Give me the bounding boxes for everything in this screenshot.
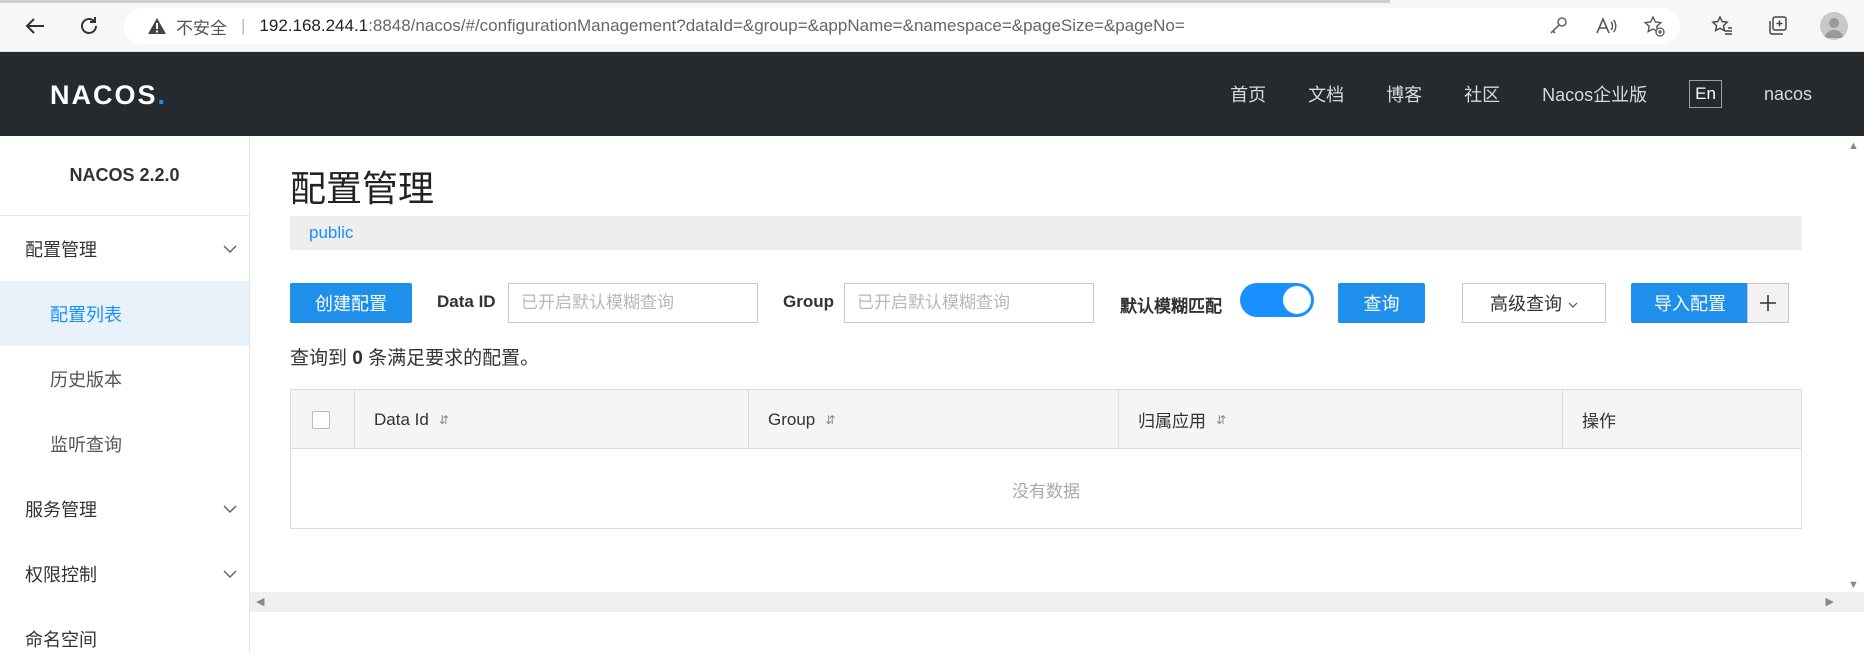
sidebar-group-permission[interactable]: 权限控制 (0, 541, 249, 606)
collections-icon[interactable] (1764, 12, 1792, 40)
query-result-text: 查询到 0 条满足要求的配置。 (290, 343, 539, 370)
back-icon[interactable] (20, 12, 50, 40)
dataid-input[interactable] (508, 283, 758, 323)
address-separator: | (241, 16, 246, 35)
group-input[interactable] (844, 283, 1094, 323)
query-button[interactable]: 查询 (1338, 283, 1425, 323)
sidebar-group-label: 配置管理 (25, 239, 97, 260)
config-table: Data Id ⇵ Group ⇵ 归属应用 ⇵ 操作 没有数据 (290, 389, 1802, 529)
logo-text: NACOS (50, 80, 158, 110)
column-app[interactable]: 归属应用 ⇵ (1119, 390, 1563, 449)
warning-icon[interactable] (146, 15, 168, 37)
select-all-checkbox-cell (291, 390, 355, 449)
chevron-down-icon (1568, 293, 1578, 314)
chevron-down-icon (223, 498, 237, 519)
nav-enterprise[interactable]: Nacos企业版 (1542, 81, 1647, 107)
user-menu[interactable]: nacos (1764, 84, 1812, 105)
version-label: NACOS 2.2.0 (0, 136, 249, 216)
read-aloud-icon[interactable] (1594, 14, 1618, 38)
refresh-icon[interactable] (74, 12, 104, 40)
sort-icon[interactable]: ⇵ (825, 413, 835, 427)
scroll-left-icon[interactable]: ◀ (256, 595, 264, 608)
create-config-button[interactable]: 创建配置 (290, 283, 412, 323)
favorites-icon[interactable] (1708, 12, 1736, 40)
column-label: Group (768, 409, 816, 429)
language-switch[interactable]: En (1689, 80, 1722, 108)
chevron-down-icon (223, 238, 237, 259)
nav-home[interactable]: 首页 (1230, 81, 1266, 107)
column-label: Data Id (374, 409, 429, 429)
column-actions: 操作 (1563, 390, 1801, 449)
empty-table-message: 没有数据 (1012, 481, 1080, 501)
tab-strip-edge (0, 0, 1390, 3)
plus-icon[interactable] (1747, 283, 1789, 323)
sidebar-group-label: 权限控制 (25, 564, 97, 585)
table-header: Data Id ⇵ Group ⇵ 归属应用 ⇵ 操作 (291, 390, 1801, 449)
vertical-scrollbar[interactable]: ▲ ▼ (1842, 136, 1864, 591)
namespace-public[interactable]: public (309, 223, 353, 243)
page-title: 配置管理 (290, 168, 435, 209)
url-host[interactable]: 192.168.244.1 (259, 16, 368, 36)
toggle-knob (1283, 286, 1311, 314)
sidebar-group-label: 服务管理 (25, 499, 97, 520)
chevron-down-icon (223, 563, 237, 584)
sidebar-group-service[interactable]: 服务管理 (0, 476, 249, 541)
search-toolbar: 创建配置 Data ID Group 默认模糊匹配 查询 高级查询 导入配置 (290, 282, 1830, 324)
import-config-button[interactable]: 导入配置 (1631, 283, 1749, 323)
nav-blog[interactable]: 博客 (1386, 81, 1422, 107)
fuzzy-match-label: 默认模糊匹配 (1120, 297, 1222, 316)
address-bar[interactable]: 不安全 | 192.168.244.1:8848/nacos/#/configu… (124, 8, 1680, 44)
sidebar-group-label: 命名空间 (25, 629, 97, 650)
column-label: 归属应用 (1138, 412, 1206, 431)
group-label: Group (783, 292, 834, 311)
browser-toolbar: 不安全 | 192.168.244.1:8848/nacos/#/configu… (0, 0, 1864, 52)
sidebar-item-config-list[interactable]: 配置列表 (0, 281, 249, 346)
namespace-bar: public (290, 216, 1802, 250)
horizontal-scrollbar[interactable]: ◀ ▶ (250, 592, 1864, 612)
scroll-up-icon[interactable]: ▲ (1848, 140, 1859, 152)
nacos-logo[interactable]: NACOS. (50, 80, 167, 111)
column-group[interactable]: Group ⇵ (749, 390, 1119, 449)
dataid-label: Data ID (437, 292, 496, 311)
top-navigation: NACOS. 首页 文档 博客 社区 Nacos企业版 En nacos (0, 52, 1864, 136)
nav-docs[interactable]: 文档 (1308, 81, 1344, 107)
column-data-id[interactable]: Data Id ⇵ (355, 390, 749, 449)
sidebar-item-listener-query[interactable]: 监听查询 (0, 411, 249, 476)
insecure-label[interactable]: 不安全 (176, 14, 227, 39)
sort-icon[interactable]: ⇵ (1216, 413, 1226, 427)
logo-dot: . (157, 80, 168, 110)
sidebar-item-history[interactable]: 历史版本 (0, 346, 249, 411)
top-menu: 首页 文档 博客 社区 Nacos企业版 En nacos (1188, 52, 1812, 136)
sidebar-group-namespace[interactable]: 命名空间 (0, 606, 249, 671)
advanced-query-button[interactable]: 高级查询 (1462, 283, 1606, 323)
nav-community[interactable]: 社区 (1464, 81, 1500, 107)
sidebar-group-config[interactable]: 配置管理 (0, 216, 249, 281)
advanced-query-label: 高级查询 (1490, 294, 1562, 314)
sort-icon[interactable]: ⇵ (439, 413, 449, 427)
column-label: 操作 (1582, 412, 1616, 431)
main-content: 配置管理 public 创建配置 Data ID Group 默认模糊匹配 查询… (250, 136, 1864, 653)
url-path[interactable]: :8848/nacos/#/configurationManagement?da… (368, 16, 1185, 36)
scroll-down-icon[interactable]: ▼ (1848, 579, 1859, 591)
result-suffix: 条满足要求的配置。 (368, 348, 540, 369)
fuzzy-match-toggle[interactable] (1240, 283, 1314, 317)
select-all-checkbox[interactable] (312, 410, 330, 429)
result-prefix: 查询到 (290, 348, 348, 369)
sidebar: NACOS 2.2.0 配置管理 配置列表 历史版本 监听查询 服务管理 权限控… (0, 136, 250, 653)
key-icon[interactable] (1546, 14, 1570, 38)
profile-avatar[interactable] (1820, 12, 1848, 40)
scroll-right-icon[interactable]: ▶ (1826, 595, 1834, 608)
add-favorite-icon[interactable] (1642, 14, 1666, 38)
result-count: 0 (352, 348, 363, 369)
